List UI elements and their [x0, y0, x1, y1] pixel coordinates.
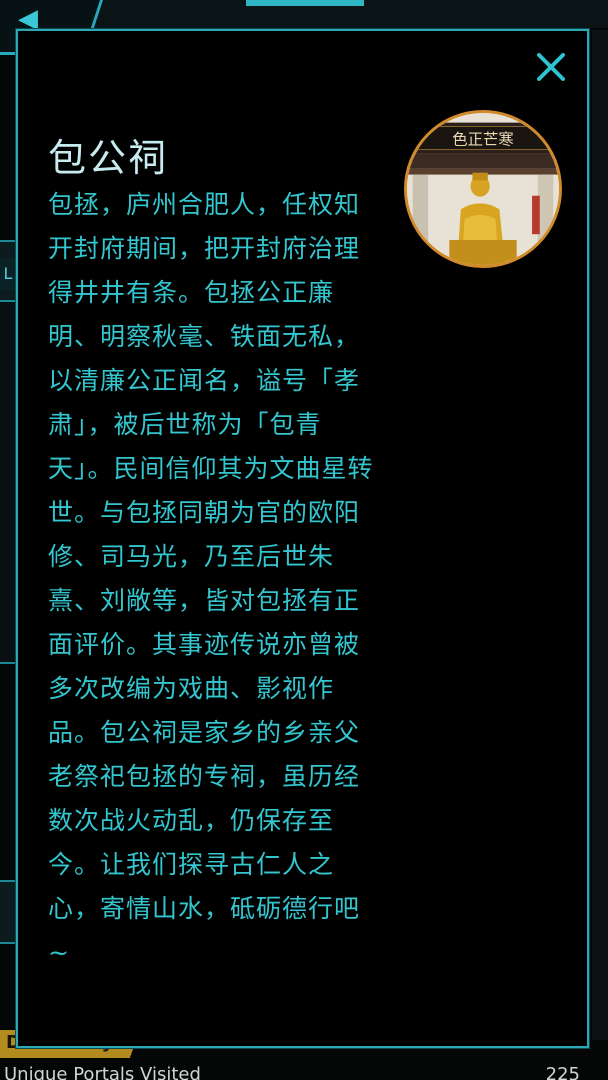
- background-left-label: L: [0, 258, 16, 290]
- background-left-panel: [0, 300, 16, 664]
- signboard-text: 色正芒寒: [452, 130, 514, 149]
- background-left-strip: [0, 880, 16, 944]
- background-bottom-row: Unique Portals Visited 225: [0, 1062, 608, 1080]
- portal-description: 包拯，庐州合肥人，任权知开封府期间，把开封府治理得井井有条。包拯公正廉明、明察秋…: [48, 190, 374, 967]
- portal-info-dialog: 包公祠 色正芒寒 包拯，庐州合肥人，任权知开封府期间，把开封府治理得井井有条。包…: [16, 29, 589, 1048]
- close-button[interactable]: [529, 45, 573, 89]
- portal-image[interactable]: 色正芒寒: [404, 110, 562, 268]
- bottom-row-label: Unique Portals Visited: [4, 1064, 201, 1080]
- close-icon: [537, 53, 565, 81]
- screen: ◀ L Discovery Unique Portals Visited 225…: [0, 0, 608, 1080]
- bottom-row-value: 225: [545, 1064, 580, 1080]
- top-bar-segment: [246, 0, 364, 6]
- portal-title: 包公祠: [48, 136, 169, 180]
- background-right-edge: [592, 30, 608, 1040]
- statue-photo: 色正芒寒: [407, 113, 559, 265]
